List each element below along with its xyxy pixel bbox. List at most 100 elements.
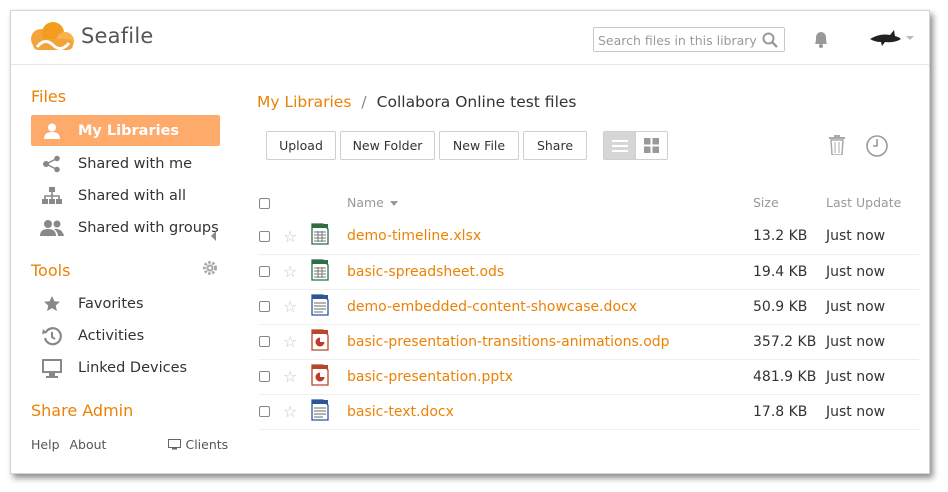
table-row[interactable]: ☆ basic-text.docx 17.8 KB Just now (259, 394, 919, 430)
caret-left-icon[interactable] (211, 231, 216, 241)
share-admin-heading[interactable]: Share Admin (31, 401, 133, 420)
row-checkbox[interactable] (259, 406, 270, 417)
clients-link[interactable]: Clients (168, 437, 228, 452)
search-box[interactable] (593, 27, 785, 52)
share-icon (40, 152, 64, 176)
sidebar: Files My Libraries Shared with me Shared… (11, 65, 243, 473)
sidebar-item-activities[interactable]: Activities (31, 320, 220, 351)
file-name-link[interactable]: demo-timeline.xlsx (347, 219, 753, 255)
file-size: 19.4 KB (753, 254, 826, 290)
sidebar-item-shared-with-me[interactable]: Shared with me (31, 148, 220, 179)
help-link[interactable]: Help (31, 437, 60, 452)
clients-label: Clients (185, 437, 229, 452)
sort-down-icon (389, 200, 398, 206)
sidebar-item-label: Shared with me (78, 155, 193, 172)
history-icon (40, 324, 64, 348)
sidebar-item-label: Shared with groups (78, 219, 219, 236)
sidebar-item-label: Shared with all (78, 187, 186, 204)
file-last-update: Just now (826, 289, 919, 325)
app-window: Seafile Files My Libraries (10, 10, 930, 474)
files-heading: Files (31, 87, 67, 106)
row-checkbox[interactable] (259, 230, 270, 242)
file-table: Name Size Last Update ☆ demo-timeline.xls… (259, 185, 919, 430)
sidebar-item-label: My Libraries (78, 122, 180, 139)
sidebar-item-linked-devices[interactable]: Linked Devices (31, 352, 220, 383)
gear-icon[interactable] (202, 260, 218, 280)
view-mode-toggle (603, 131, 668, 160)
new-file-button[interactable]: New File (439, 131, 519, 160)
cloud-logo-icon (31, 22, 74, 50)
grid-view-icon[interactable] (635, 132, 667, 159)
breadcrumb-root-link[interactable]: My Libraries (257, 93, 351, 111)
sidebar-item-label: Favorites (78, 295, 144, 312)
share-button[interactable]: Share (523, 131, 587, 160)
tools-heading: Tools (31, 261, 71, 280)
file-name-link[interactable]: basic-presentation.pptx (347, 359, 753, 395)
star-icon[interactable]: ☆ (283, 402, 297, 421)
file-last-update: Just now (826, 254, 919, 290)
row-checkbox[interactable] (259, 266, 270, 277)
about-link[interactable]: About (70, 437, 107, 452)
monitor-icon (40, 356, 64, 380)
star-icon[interactable]: ☆ (283, 367, 297, 386)
search-input[interactable] (598, 29, 758, 51)
star-icon[interactable]: ☆ (283, 227, 297, 246)
star-icon[interactable]: ☆ (283, 332, 297, 351)
file-name-link[interactable]: demo-embedded-content-showcase.docx (347, 289, 753, 325)
breadcrumb: My Libraries / Collabora Online test fil… (257, 93, 577, 111)
file-size: 481.9 KB (753, 359, 826, 395)
chevron-down-icon (906, 36, 914, 40)
presentation-file-icon (311, 328, 329, 355)
star-icon[interactable]: ☆ (283, 297, 297, 316)
presentation-file-icon (311, 363, 329, 390)
file-last-update: Just now (826, 324, 919, 360)
row-checkbox[interactable] (259, 336, 270, 347)
table-row[interactable]: ☆ basic-presentation.pptx 481.9 KB Just now (259, 359, 919, 395)
spreadsheet-file-icon (311, 223, 329, 249)
search-icon[interactable] (762, 32, 778, 52)
file-size: 357.2 KB (753, 324, 826, 360)
star-icon[interactable]: ☆ (283, 262, 297, 281)
size-column-header[interactable]: Size (753, 185, 826, 219)
sidebar-item-label: Linked Devices (78, 359, 188, 376)
file-size: 17.8 KB (753, 394, 826, 430)
table-row[interactable]: ☆ demo-timeline.xlsx 13.2 KB Just now (259, 219, 919, 255)
shark-avatar-icon (870, 30, 901, 46)
table-row[interactable]: ☆ demo-embedded-content-showcase.docx 50.9… (259, 289, 919, 325)
document-file-icon (311, 398, 329, 425)
user-avatar[interactable] (869, 29, 915, 47)
sidebar-item-favorites[interactable]: Favorites (31, 288, 220, 319)
group-icon (40, 216, 64, 240)
new-folder-button[interactable]: New Folder (340, 131, 435, 160)
file-name-link[interactable]: basic-presentation-transitions-animation… (347, 324, 753, 360)
select-all-checkbox[interactable] (259, 197, 270, 209)
monitor-icon (168, 439, 182, 450)
seafile-logo[interactable]: Seafile (27, 19, 154, 53)
sidebar-item-shared-with-groups[interactable]: Shared with groups (31, 212, 220, 243)
file-size: 50.9 KB (753, 289, 826, 325)
upload-button[interactable]: Upload (266, 131, 336, 160)
file-name-link[interactable]: basic-spreadsheet.ods (347, 254, 753, 290)
notification-bell-icon[interactable] (811, 29, 831, 53)
org-icon (40, 184, 64, 208)
name-column-header[interactable]: Name (347, 185, 753, 219)
name-header-label: Name (347, 194, 384, 210)
star-icon (40, 292, 64, 316)
breadcrumb-current: Collabora Online test files (376, 93, 577, 111)
sidebar-item-label: Activities (78, 327, 145, 344)
row-checkbox[interactable] (259, 301, 270, 312)
last-update-column-header[interactable]: Last Update (826, 185, 919, 219)
top-header: Seafile (11, 11, 929, 65)
list-view-icon[interactable] (604, 132, 636, 159)
sidebar-footer: Help About Clients (31, 437, 228, 452)
document-file-icon (311, 293, 329, 320)
breadcrumb-separator: / (361, 93, 367, 111)
sidebar-item-shared-with-all[interactable]: Shared with all (31, 180, 220, 211)
clock-history-icon[interactable] (865, 134, 889, 162)
table-row[interactable]: ☆ basic-presentation-transitions-animatio… (259, 324, 919, 360)
sidebar-item-my-libraries[interactable]: My Libraries (31, 115, 220, 146)
row-checkbox[interactable] (259, 371, 270, 382)
table-row[interactable]: ☆ basic-spreadsheet.ods 19.4 KB Just now (259, 254, 919, 290)
file-name-link[interactable]: basic-text.docx (347, 394, 753, 430)
trash-icon[interactable] (828, 135, 846, 159)
